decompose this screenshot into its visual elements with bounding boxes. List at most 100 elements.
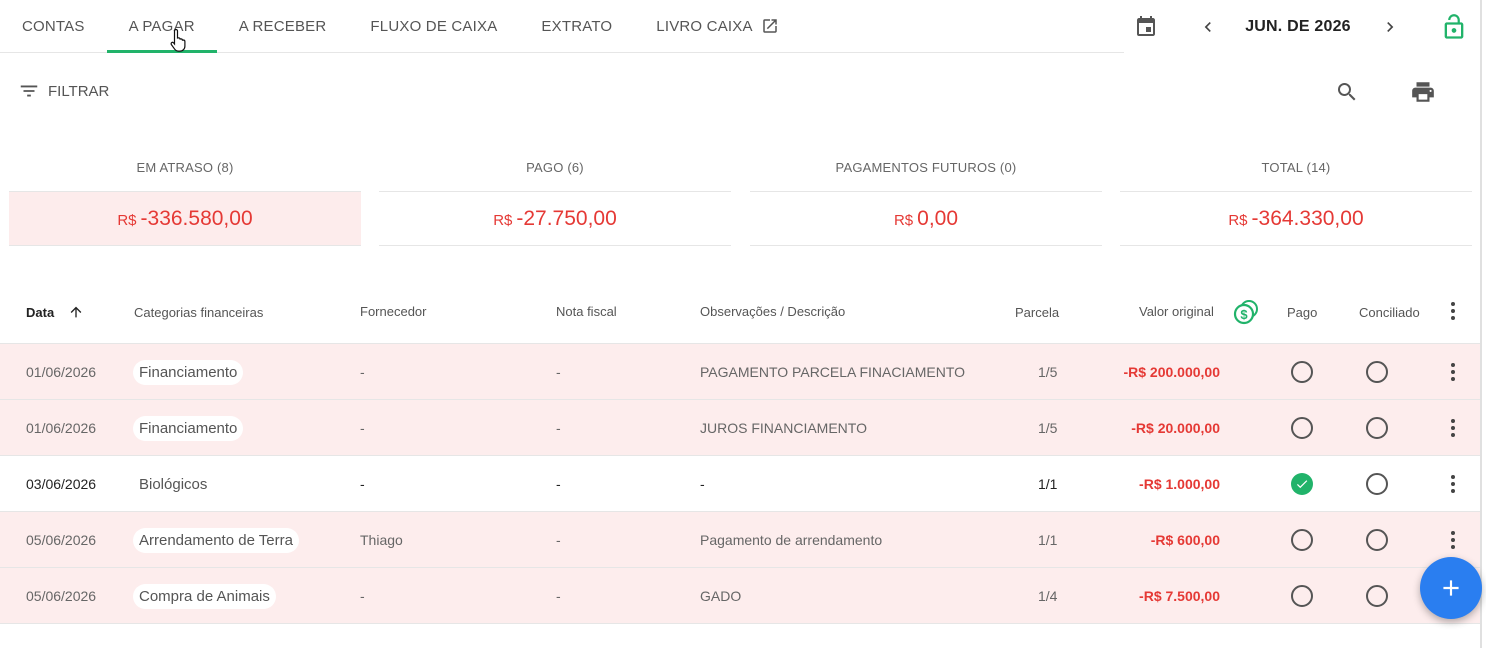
table-row[interactable]: 01/06/2026 Financiamento - - JUROS FINANCIAM… — [0, 400, 1480, 456]
cell-fornecedor: - — [360, 568, 365, 624]
svg-text:$: $ — [1240, 307, 1248, 322]
cell-valor: -R$ 7.500,00 — [1139, 588, 1220, 604]
cell-data: 01/06/2026 — [26, 344, 96, 400]
header-nota-fiscal: Nota fiscal — [556, 304, 617, 319]
cell-parcela: 1/1 — [1038, 456, 1057, 512]
summary-future[interactable]: PAGAMENTOS FUTUROS (0) R$ 0,00 — [750, 160, 1102, 246]
tab-extrato[interactable]: EXTRATO — [519, 0, 634, 52]
reconciled-radio[interactable] — [1366, 361, 1388, 383]
cell-valor: -R$ 200.000,00 — [1123, 364, 1220, 380]
row-actions — [1448, 344, 1458, 400]
header-data[interactable]: Data — [26, 304, 84, 320]
paid-radio[interactable] — [1291, 361, 1313, 383]
currency-symbol: R$ — [893, 212, 914, 229]
paid-radio[interactable] — [1291, 417, 1313, 439]
more-vert-icon[interactable] — [1448, 531, 1458, 549]
hand-cursor-icon — [170, 28, 188, 57]
tab-a-pagar[interactable]: A PAGAR — [106, 0, 217, 53]
cell-fornecedor: - — [360, 456, 365, 512]
cell-fornecedor-text: - — [360, 364, 365, 380]
more-vert-icon[interactable] — [1448, 475, 1458, 493]
cell-conciliado — [1366, 344, 1388, 400]
cell-fornecedor: Thiago — [360, 512, 403, 568]
summary-overdue[interactable]: EM ATRASO (8) R$ -336.580,00 — [9, 160, 361, 246]
more-vert-icon[interactable] — [1448, 301, 1458, 321]
cell-pago — [1291, 568, 1313, 624]
table-row[interactable]: 03/06/2026 Biológicos - - - 1/1 -R$ 1.000,00 — [0, 456, 1480, 512]
reconciled-radio[interactable] — [1366, 585, 1388, 607]
cell-parcela-text: 1/5 — [1038, 364, 1058, 380]
filter-button[interactable]: FILTRAR — [18, 80, 109, 102]
currency-symbol: R$ — [117, 212, 137, 229]
print-icon[interactable] — [1410, 79, 1436, 105]
plus-icon — [1443, 580, 1459, 596]
cell-nota-fiscal: - — [556, 512, 561, 568]
scrollbar[interactable] — [1480, 0, 1482, 648]
row-actions — [1448, 400, 1458, 456]
cell-nota-fiscal: - — [556, 568, 561, 624]
calendar-icon[interactable] — [1134, 15, 1158, 39]
tab-a-receber[interactable]: A RECEBER — [217, 0, 349, 52]
filter-label: FILTRAR — [48, 82, 110, 100]
header-categoria: Categorias financeiras — [134, 305, 264, 320]
paid-radio[interactable] — [1291, 529, 1313, 551]
cell-data: 01/06/2026 — [26, 400, 96, 456]
summary-paid[interactable]: PAGO (6) R$ -27.750,00 — [379, 160, 731, 246]
more-vert-icon[interactable] — [1448, 419, 1458, 437]
cell-parcela-text: 1/1 — [1038, 532, 1058, 548]
reconciled-radio[interactable] — [1366, 529, 1388, 551]
cell-data-text: 01/06/2026 — [26, 420, 97, 436]
cell-categoria: Financiamento — [133, 344, 244, 400]
cell-fornecedor-text: Thiago — [360, 532, 403, 548]
reconciled-radio[interactable] — [1366, 473, 1388, 495]
cell-categoria-text: Biológicos — [139, 475, 208, 493]
table-row[interactable]: 01/06/2026 Financiamento - - PAGAMENTO PARCE… — [0, 344, 1480, 400]
tab-label: A RECEBER — [238, 17, 327, 35]
cell-nota-fiscal-text: - — [556, 476, 561, 492]
table-header: Data Categorias financeiras Fornecedor N… — [0, 290, 1480, 344]
paid-check-icon[interactable] — [1291, 473, 1313, 495]
cell-nota-fiscal-text: - — [556, 364, 561, 380]
summary-value-box: R$ -364.330,00 — [1120, 191, 1472, 246]
reconciled-radio[interactable] — [1366, 417, 1388, 439]
header-fornecedor: Fornecedor — [360, 304, 427, 319]
cell-parcela-text: 1/4 — [1038, 588, 1058, 604]
cell-categoria-text: Compra de Animais — [133, 583, 276, 609]
cell-data-text: 03/06/2026 — [26, 476, 97, 492]
chevron-right-icon[interactable] — [1380, 17, 1400, 37]
cell-fornecedor: - — [360, 344, 365, 400]
cell-data-text: 01/06/2026 — [26, 364, 97, 380]
cell-parcela: 1/5 — [1038, 344, 1057, 400]
cell-observacoes-text: PAGAMENTO PARCELA FINACIAMENTO — [700, 364, 966, 380]
cell-valor: -R$ 600,00 — [1150, 532, 1220, 548]
table-row[interactable]: 05/06/2026 Compra de Animais - - GADO 1/4 -R$ … — [0, 568, 1480, 624]
paid-radio[interactable] — [1291, 585, 1313, 607]
header-conciliado: Conciliado — [1359, 305, 1420, 320]
header-label: Data — [26, 304, 55, 320]
cell-categoria-text: Financiamento — [133, 359, 244, 385]
tab-livro-caixa[interactable]: LIVRO CAIXA — [634, 0, 800, 52]
search-icon[interactable] — [1335, 80, 1359, 104]
cell-nota-fiscal-text: - — [556, 532, 561, 548]
tab-contas[interactable]: CONTAS — [0, 0, 107, 52]
cell-categoria: Biológicos — [133, 456, 213, 512]
cell-nota-fiscal: - — [556, 344, 561, 400]
summary-value-box: R$ -336.580,00 — [9, 191, 361, 246]
summary-total[interactable]: TOTAL (14) R$ -364.330,00 — [1120, 160, 1472, 246]
table-row[interactable]: 05/06/2026 Arrendamento de Terra Thiago - Pa… — [0, 512, 1480, 568]
cell-valor: -R$ 20.000,00 — [1131, 420, 1220, 436]
cell-categoria-text: Financiamento — [133, 415, 244, 441]
cell-observacoes-text: Pagamento de arrendamento — [700, 532, 883, 548]
chevron-left-icon[interactable] — [1198, 17, 1218, 37]
open-in-new-icon — [761, 17, 779, 35]
tab-fluxo-de-caixa[interactable]: FLUXO DE CAIXA — [348, 0, 519, 52]
cell-observacoes: JUROS FINANCIAMENTO — [700, 400, 867, 456]
summary-value-box: R$ -27.750,00 — [379, 191, 731, 246]
cell-pago — [1291, 344, 1313, 400]
top-nav: CONTAS A PAGAR A RECEBER FLUXO DE CAIXA … — [0, 0, 1124, 53]
add-button[interactable] — [1420, 557, 1482, 619]
lock-open-icon[interactable] — [1440, 13, 1468, 41]
cell-observacoes: PAGAMENTO PARCELA FINACIAMENTO — [700, 344, 965, 400]
more-vert-icon[interactable] — [1448, 363, 1458, 381]
currency-symbol: R$ — [1228, 212, 1248, 229]
